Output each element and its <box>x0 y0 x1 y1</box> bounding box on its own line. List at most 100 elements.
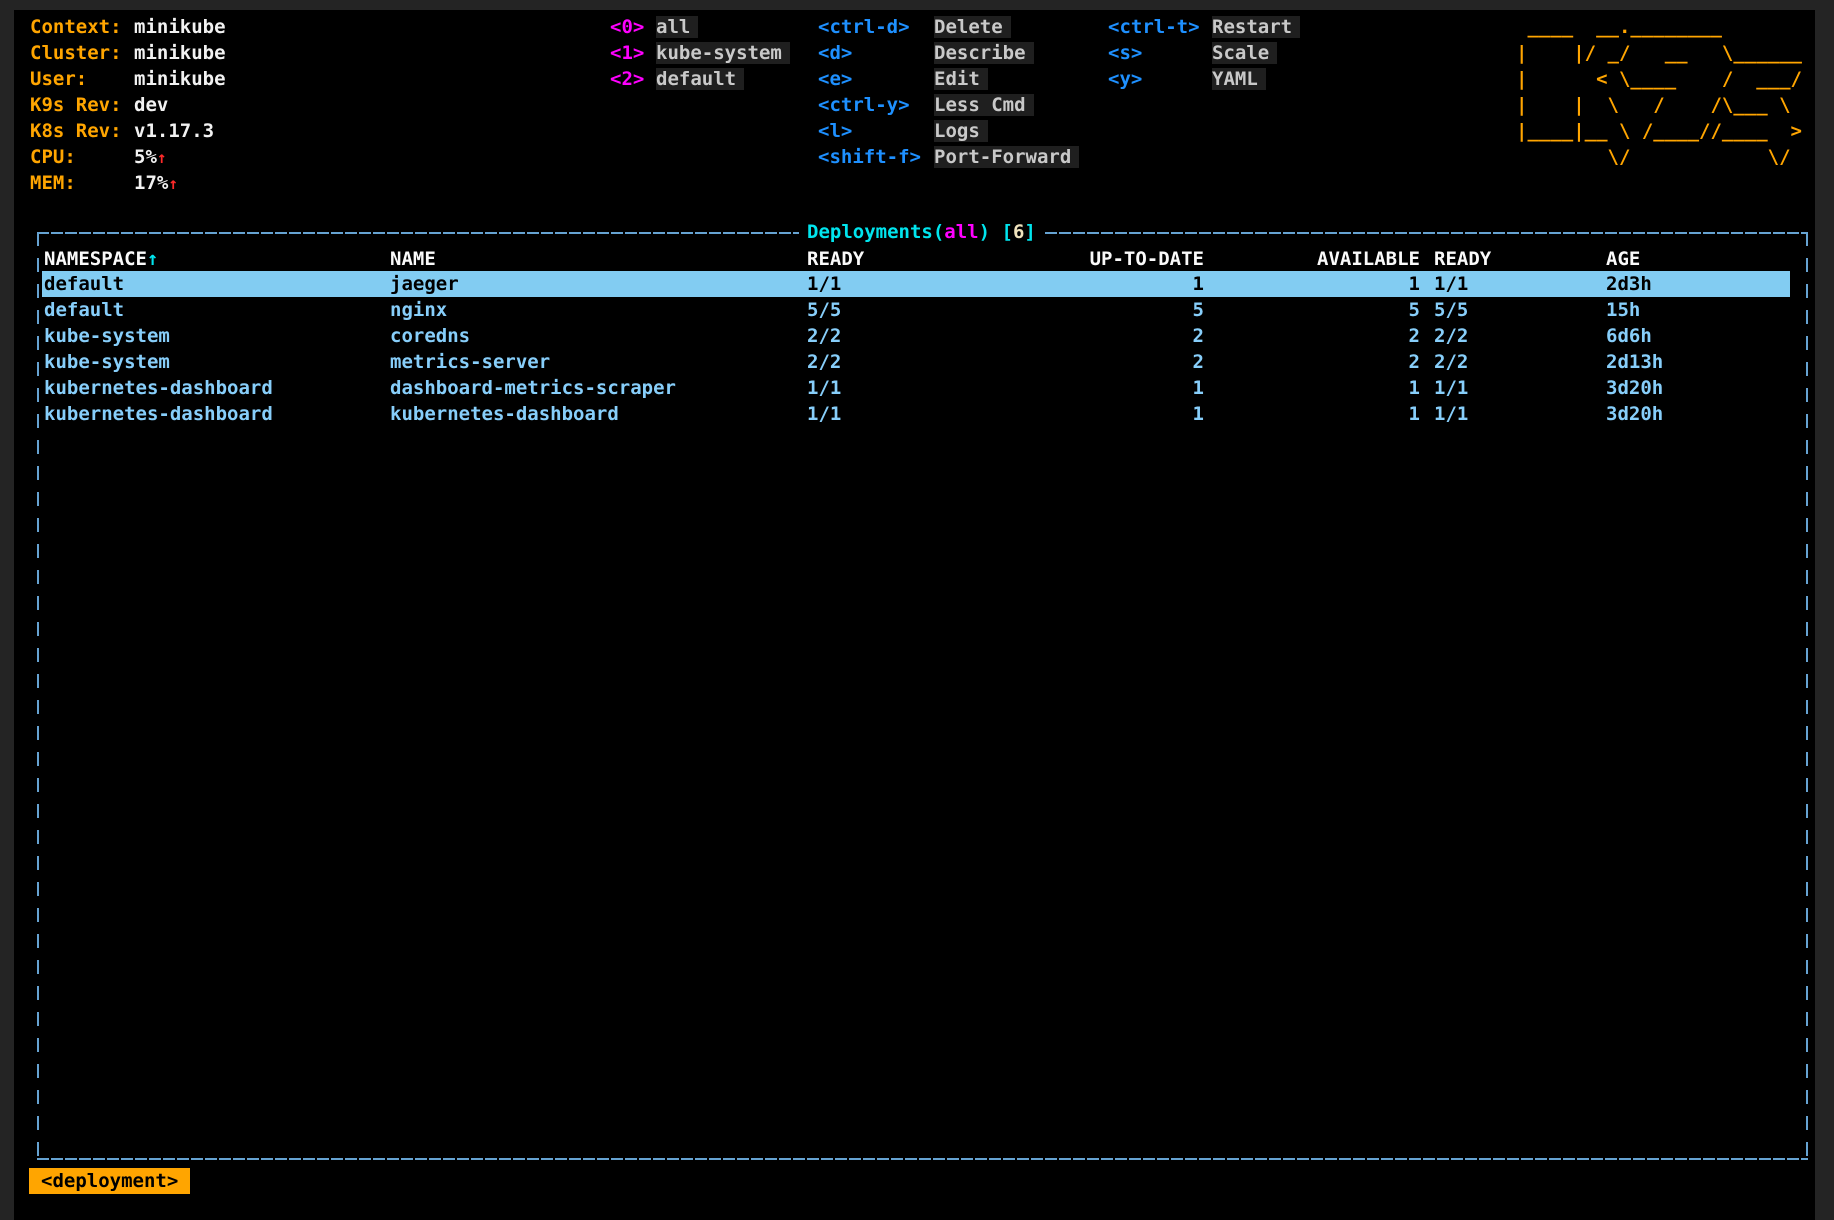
column-header-ready[interactable]: READY <box>807 246 864 272</box>
cell-available: 2 <box>1270 349 1420 375</box>
cell-ready2: 1/1 <box>1434 401 1468 427</box>
cell-name: nginx <box>390 297 447 323</box>
column-header-ready2[interactable]: READY <box>1434 246 1491 272</box>
cell-name: coredns <box>390 323 470 349</box>
table-row-kubernetes-dashboard[interactable]: kubernetes-dashboard kubernetes-dashboar… <box>42 401 1790 427</box>
column-header-age[interactable]: AGE <box>1606 246 1640 272</box>
cell-name: dashboard-metrics-scraper <box>390 375 676 401</box>
user-value: minikube <box>134 68 226 90</box>
hotkey-d: <d> <box>818 40 934 66</box>
command-label-restart: Restart <box>1212 16 1300 38</box>
k8s-rev-label: K8s Rev: <box>30 118 134 144</box>
info-row-k9s-rev: K9s Rev:dev <box>30 92 226 118</box>
command-menu-primary: <ctrl-d>Delete <d>Describe <e>Edit <ctrl… <box>818 14 1079 170</box>
cpu-trend-up-icon: ↑ <box>157 148 167 167</box>
cell-age: 6d6h <box>1606 323 1652 349</box>
mem-label: MEM: <box>30 170 134 196</box>
column-header-up-to-date[interactable]: UP-TO-DATE <box>1004 246 1204 272</box>
info-row-context: Context:minikube <box>30 14 226 40</box>
table-row-nginx[interactable]: default nginx 5/5 5 5 5/5 15h <box>42 297 1790 323</box>
table-title-scope: all <box>944 221 978 243</box>
table-header-row: NAMESPACE↑ NAME READY UP-TO-DATE AVAILAB… <box>42 246 1790 272</box>
cell-available: 1 <box>1270 375 1420 401</box>
command-edit[interactable]: <e>Edit <box>818 66 1079 92</box>
table-title-paren: ( <box>933 221 944 243</box>
logo-line: | < \____ / ___/ <box>1516 66 1802 92</box>
mem-value: 17% <box>134 172 168 194</box>
cluster-info-panel: Context:minikube Cluster:minikube User:m… <box>30 14 226 196</box>
cell-ready: 2/2 <box>807 323 841 349</box>
logo-line: | | \ / /\___ \ <box>1516 92 1802 118</box>
cell-namespace: kube-system <box>44 349 170 375</box>
command-label-delete: Delete <box>934 16 1011 38</box>
namespace-menu: <0>all <1>kube-system <2>default <box>610 14 790 92</box>
info-row-user: User:minikube <box>30 66 226 92</box>
cell-up-to-date: 1 <box>1004 375 1204 401</box>
namespace-label-all: all <box>656 16 698 38</box>
namespace-item-default[interactable]: <2>default <box>610 66 790 92</box>
cell-ready2: 5/5 <box>1434 297 1468 323</box>
cell-age: 2d3h <box>1606 271 1652 297</box>
command-logs[interactable]: <l>Logs <box>818 118 1079 144</box>
cell-age: 3d20h <box>1606 401 1663 427</box>
cell-ready2: 1/1 <box>1434 375 1468 401</box>
table-row-coredns[interactable]: kube-system coredns 2/2 2 2 2/2 6d6h <box>42 323 1790 349</box>
column-header-namespace-label: NAMESPACE <box>44 248 147 270</box>
command-restart[interactable]: <ctrl-t>Restart <box>1108 14 1300 40</box>
table-title-count: 6 <box>1013 221 1024 243</box>
namespace-item-all[interactable]: <0>all <box>610 14 790 40</box>
info-row-cluster: Cluster:minikube <box>30 40 226 66</box>
cell-namespace: default <box>44 297 124 323</box>
cell-ready: 1/1 <box>807 401 841 427</box>
k9s-rev-value: dev <box>134 94 168 116</box>
cell-namespace: kubernetes-dashboard <box>44 375 273 401</box>
table-row-metrics-server[interactable]: kube-system metrics-server 2/2 2 2 2/2 2… <box>42 349 1790 375</box>
command-label-logs: Logs <box>934 120 988 142</box>
namespace-label-default: default <box>656 68 744 90</box>
cell-ready2: 1/1 <box>1434 271 1468 297</box>
table-row-jaeger[interactable]: default jaeger 1/1 1 1 1/1 2d3h <box>42 271 1790 297</box>
namespace-item-kube-system[interactable]: <1>kube-system <box>610 40 790 66</box>
column-header-available[interactable]: AVAILABLE <box>1270 246 1420 272</box>
hotkey-e: <e> <box>818 66 934 92</box>
command-delete[interactable]: <ctrl-d>Delete <box>818 14 1079 40</box>
sort-ascending-icon: ↑ <box>147 248 158 270</box>
cell-up-to-date: 2 <box>1004 349 1204 375</box>
cell-name: metrics-server <box>390 349 550 375</box>
cell-age: 15h <box>1606 297 1640 323</box>
cell-age: 2d13h <box>1606 349 1663 375</box>
command-describe[interactable]: <d>Describe <box>818 40 1079 66</box>
command-label-edit: Edit <box>934 68 988 90</box>
column-header-namespace[interactable]: NAMESPACE↑ <box>44 246 158 272</box>
info-row-k8s-rev: K8s Rev:v1.17.3 <box>30 118 226 144</box>
command-port-forward[interactable]: <shift-f>Port-Forward <box>818 144 1079 170</box>
cell-ready: 5/5 <box>807 297 841 323</box>
hotkey-ctrl-d: <ctrl-d> <box>818 14 934 40</box>
cell-ready: 1/1 <box>807 271 841 297</box>
command-label-yaml: YAML <box>1212 68 1266 90</box>
context-value: minikube <box>134 16 226 38</box>
logo-line: |____|__ \ /____//____ > <box>1516 118 1802 144</box>
command-menu-secondary: <ctrl-t>Restart <s>Scale <y>YAML <box>1108 14 1300 92</box>
cell-namespace: default <box>44 271 124 297</box>
cpu-label: CPU: <box>30 144 134 170</box>
info-row-mem: MEM:17%↑ <box>30 170 226 196</box>
cell-up-to-date: 1 <box>1004 271 1204 297</box>
breadcrumb-deployment[interactable]: <deployment> <box>29 1168 190 1194</box>
table-row-dashboard-metrics-scraper[interactable]: kubernetes-dashboard dashboard-metrics-s… <box>42 375 1790 401</box>
logo-line: | |/ _/ __ \______ <box>1516 40 1802 66</box>
command-less-cmd[interactable]: <ctrl-y>Less Cmd <box>818 92 1079 118</box>
cell-name: kubernetes-dashboard <box>390 401 619 427</box>
logo-line: ____ __.________ <box>1516 14 1802 40</box>
hotkey-1: <1> <box>610 40 656 66</box>
info-row-cpu: CPU:5%↑ <box>30 144 226 170</box>
cell-available: 1 <box>1270 401 1420 427</box>
cell-up-to-date: 2 <box>1004 323 1204 349</box>
command-scale[interactable]: <s>Scale <box>1108 40 1300 66</box>
cell-namespace: kubernetes-dashboard <box>44 401 273 427</box>
command-yaml[interactable]: <y>YAML <box>1108 66 1300 92</box>
cell-ready2: 2/2 <box>1434 349 1468 375</box>
cell-name: jaeger <box>390 271 459 297</box>
column-header-name[interactable]: NAME <box>390 246 436 272</box>
user-label: User: <box>30 66 134 92</box>
